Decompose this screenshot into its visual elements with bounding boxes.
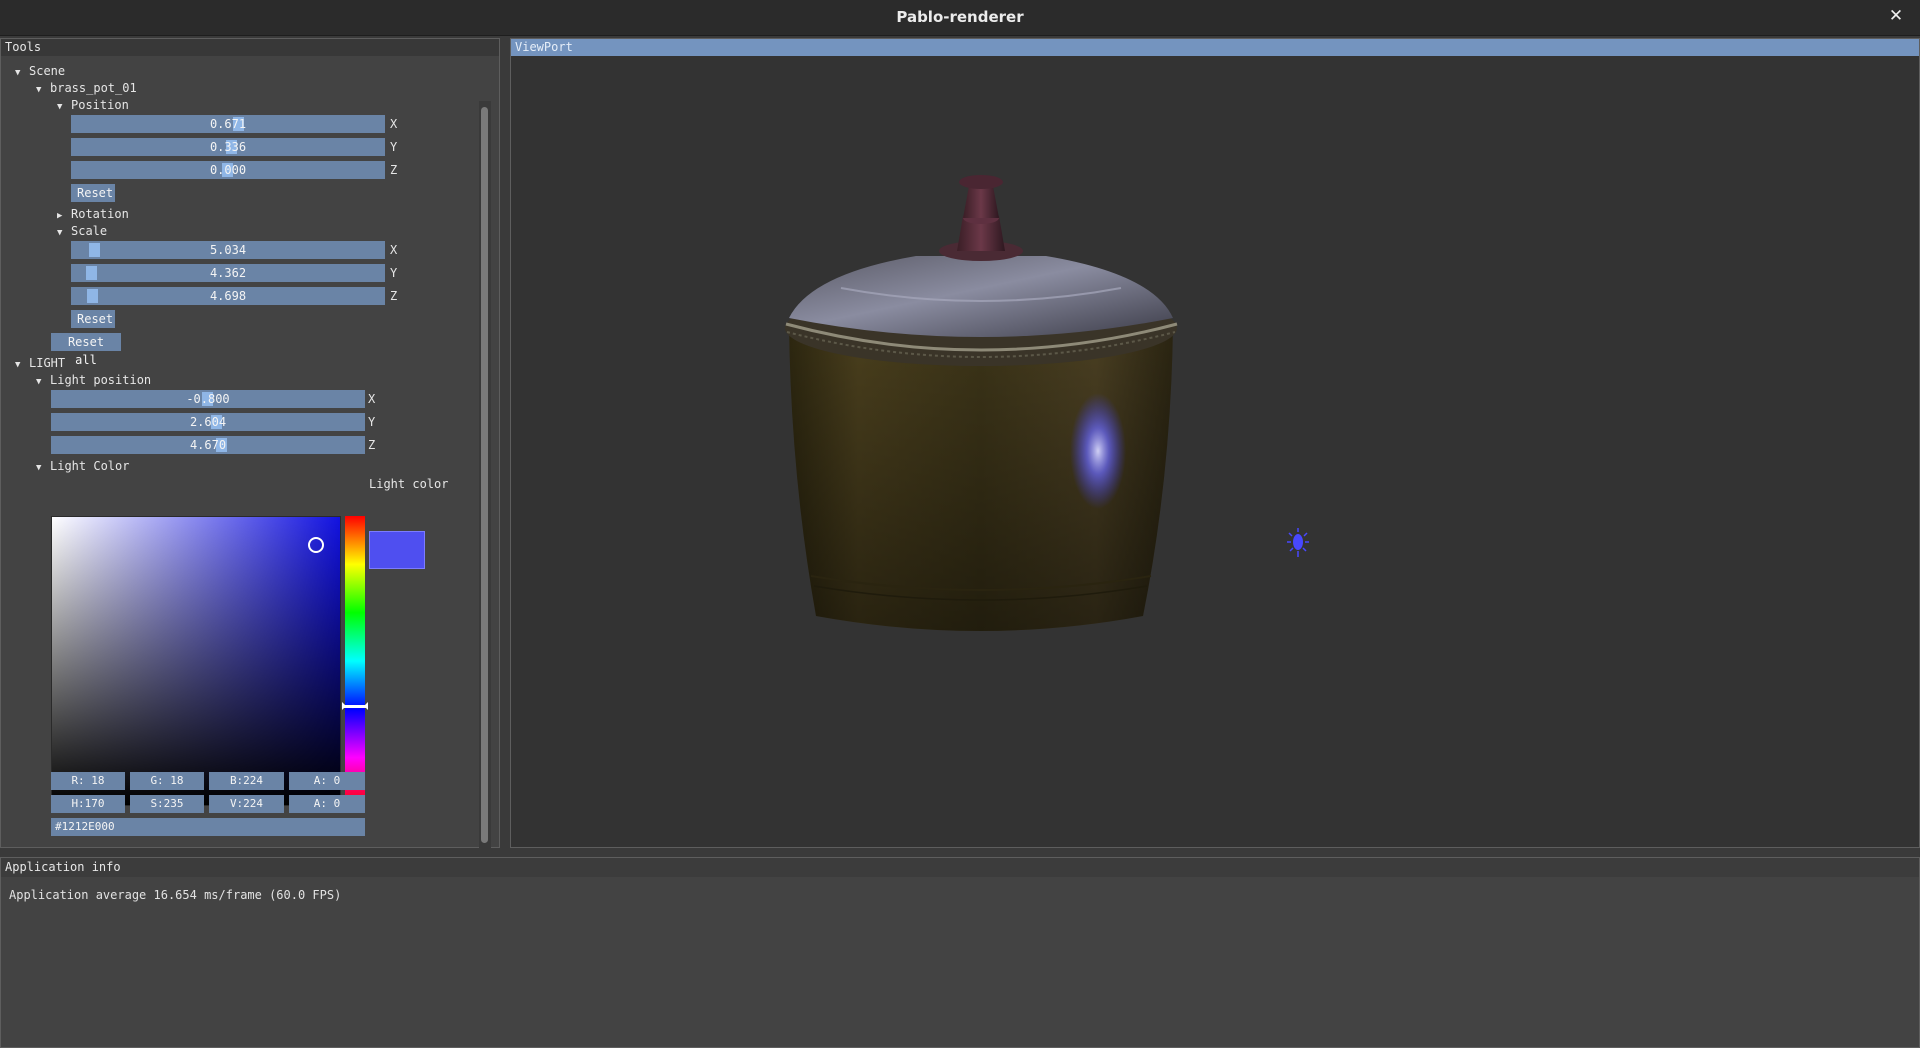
frame-time-text: Application average 16.654 ms/frame (60.… bbox=[9, 888, 342, 902]
slider-grab[interactable] bbox=[87, 289, 98, 303]
tree-node-scale-label: Scale bbox=[71, 224, 108, 238]
color-h-field[interactable]: H:170 bbox=[51, 795, 125, 813]
tree-node-object-label: brass_pot_01 bbox=[50, 81, 137, 95]
color-r-field[interactable]: R: 18 bbox=[51, 772, 125, 790]
tools-panel: Tools ▼ Scene ▼ brass_pot_01 ▼ Position 0.6… bbox=[0, 38, 500, 879]
axis-label-y: Y bbox=[390, 266, 398, 280]
triangle-down-icon: ▼ bbox=[57, 228, 63, 238]
position-reset-button[interactable]: Reset bbox=[71, 184, 115, 202]
tree-node-scene[interactable]: ▼ Scene bbox=[15, 63, 65, 81]
position-y-slider[interactable]: 0.336 bbox=[71, 138, 385, 156]
scale-y-value: 4.362 bbox=[209, 266, 247, 280]
axis-label-x: X bbox=[368, 392, 376, 406]
tools-panel-title: Tools bbox=[1, 39, 499, 56]
scale-x-slider[interactable]: 5.034 bbox=[71, 241, 385, 259]
tree-node-position[interactable]: ▼ Position bbox=[57, 97, 129, 115]
light-bulb-icon[interactable] bbox=[1287, 528, 1309, 557]
color-s-field[interactable]: S:235 bbox=[130, 795, 204, 813]
triangle-down-icon: ▼ bbox=[15, 68, 21, 78]
scale-z-slider[interactable]: 4.698 bbox=[71, 287, 385, 305]
light-position-x-slider[interactable]: -0.800 bbox=[51, 390, 365, 408]
viewport-title: ViewPort bbox=[511, 39, 1919, 56]
color-g-field[interactable]: G: 18 bbox=[130, 772, 204, 790]
tools-scrollbar[interactable] bbox=[479, 101, 491, 879]
color-picker-cursor[interactable] bbox=[308, 537, 324, 553]
color-a-field[interactable]: A: 0 bbox=[289, 772, 365, 790]
light-position-z-value: 4.670 bbox=[189, 438, 227, 452]
position-z-slider[interactable]: 0.000 bbox=[71, 161, 385, 179]
viewport-scene[interactable] bbox=[511, 56, 1919, 847]
application-info-title: Application info bbox=[1, 858, 1919, 877]
tree-node-light-color[interactable]: ▼ Light Color bbox=[36, 458, 129, 476]
tree-node-position-label: Position bbox=[71, 98, 129, 112]
position-z-value: 0.000 bbox=[209, 163, 247, 177]
tree-node-light-label: LIGHT bbox=[29, 356, 66, 370]
hue-marker[interactable] bbox=[342, 702, 368, 710]
slider-grab[interactable] bbox=[89, 243, 100, 257]
color-hex-field[interactable]: #1212E000 bbox=[51, 818, 365, 836]
tree-node-rotation[interactable]: ▶ Rotation bbox=[57, 206, 129, 224]
position-y-value: 0.336 bbox=[209, 140, 247, 154]
tree-node-light-position-label: Light position bbox=[50, 373, 152, 387]
triangle-down-icon: ▼ bbox=[36, 463, 42, 473]
light-position-x-value: -0.800 bbox=[186, 392, 230, 406]
axis-label-x: X bbox=[390, 117, 398, 131]
light-position-y-slider[interactable]: 2.604 bbox=[51, 413, 365, 431]
triangle-down-icon: ▼ bbox=[36, 377, 42, 387]
axis-label-y: Y bbox=[368, 415, 376, 429]
light-color-swatch[interactable] bbox=[369, 531, 425, 569]
color-b-field[interactable]: B:224 bbox=[209, 772, 284, 790]
reset-all-button[interactable]: Reset all bbox=[51, 333, 121, 367]
position-x-slider[interactable]: 0.671 bbox=[71, 115, 385, 133]
position-x-value: 0.671 bbox=[209, 117, 247, 131]
axis-label-x: X bbox=[390, 243, 398, 257]
axis-label-z: Z bbox=[390, 163, 398, 177]
axis-label-z: Z bbox=[368, 438, 376, 452]
axis-label-y: Y bbox=[390, 140, 398, 154]
app-title: Pablo-renderer bbox=[896, 8, 1024, 26]
triangle-right-icon: ▶ bbox=[57, 211, 63, 221]
triangle-down-icon: ▼ bbox=[57, 102, 63, 112]
title-bar: Pablo-renderer ✕ bbox=[0, 0, 1920, 36]
tree-node-light[interactable]: ▼ LIGHT bbox=[15, 355, 65, 373]
light-position-y-value: 2.604 bbox=[189, 415, 227, 429]
saturation-value-picker[interactable] bbox=[51, 516, 341, 806]
scale-reset-button[interactable]: Reset bbox=[71, 310, 115, 328]
triangle-down-icon: ▼ bbox=[36, 85, 42, 95]
scale-x-value: 5.034 bbox=[209, 243, 247, 257]
tree-node-light-color-label: Light Color bbox=[50, 459, 130, 473]
hue-slider[interactable] bbox=[342, 516, 368, 806]
scale-y-slider[interactable]: 4.362 bbox=[71, 264, 385, 282]
tree-node-rotation-label: Rotation bbox=[71, 207, 129, 221]
scale-z-value: 4.698 bbox=[209, 289, 247, 303]
light-color-label: Light color bbox=[369, 477, 449, 491]
triangle-down-icon: ▼ bbox=[15, 360, 21, 370]
tree-node-light-position[interactable]: ▼ Light position bbox=[36, 372, 151, 390]
viewport-panel[interactable]: ViewPort bbox=[510, 38, 1920, 848]
light-position-z-slider[interactable]: 4.670 bbox=[51, 436, 365, 454]
color-v-field[interactable]: V:224 bbox=[209, 795, 284, 813]
tree-node-object[interactable]: ▼ brass_pot_01 bbox=[36, 80, 137, 98]
slider-grab[interactable] bbox=[86, 266, 97, 280]
application-info-panel: Application info Application average 16.… bbox=[0, 857, 1920, 1048]
color-a2-field[interactable]: A: 0 bbox=[289, 795, 365, 813]
tree-node-scene-label: Scene bbox=[29, 64, 66, 78]
tree-node-scale[interactable]: ▼ Scale bbox=[57, 223, 107, 241]
axis-label-z: Z bbox=[390, 289, 398, 303]
brass-pot-model[interactable] bbox=[785, 175, 1178, 631]
close-icon[interactable]: ✕ bbox=[1886, 6, 1906, 26]
tools-scrollbar-thumb[interactable] bbox=[481, 107, 488, 843]
